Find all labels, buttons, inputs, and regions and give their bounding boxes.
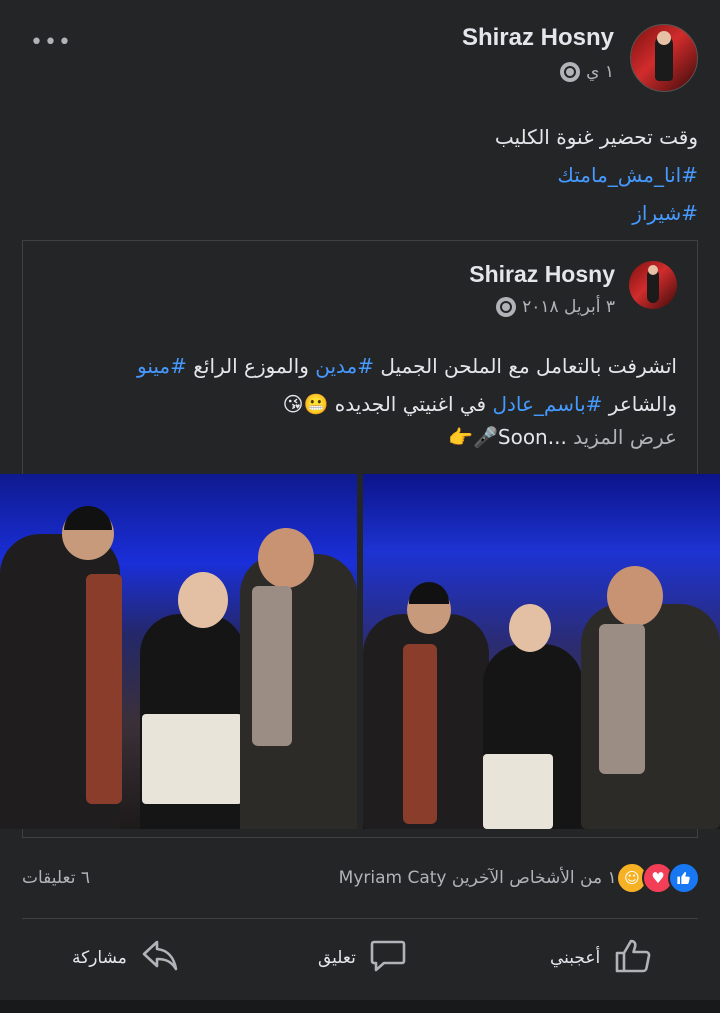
hashtag-link[interactable]: #شيراز: [632, 201, 698, 225]
shared-meta: ٣ أبريل ٢٠١٨: [496, 297, 615, 317]
photo-grid: [0, 474, 720, 829]
share-button[interactable]: مشاركة: [72, 938, 179, 978]
reactions-text[interactable]: Myriam Caty و١٦ من الأشخاص الآخرين: [339, 868, 634, 888]
globe-icon: [496, 297, 517, 317]
shared-author-avatar[interactable]: [629, 261, 677, 309]
post-time[interactable]: ١ ي: [586, 62, 614, 82]
post-card: ••• Shiraz Hosny ١ ي وقت تحضير غنوة الكل…: [0, 0, 720, 1000]
see-more-link[interactable]: عرض المزيد: [573, 425, 677, 449]
shared-text-part: اتشرفت بالتعامل مع الملحن الجميل: [373, 354, 677, 378]
post-meta: ١ ي: [560, 62, 614, 82]
globe-icon: [560, 62, 581, 82]
like-label: أعجبني: [550, 948, 601, 968]
reactions-row: ٦ تعليقات Myriam Caty و١٦ من الأشخاص الآ…: [0, 852, 720, 906]
avatar-face: [648, 265, 658, 275]
post-text: وقت تحضير غنوة الكليب #انا_مش_مامتك #شير…: [18, 118, 698, 232]
reaction-icons[interactable]: ☺ ♥: [616, 862, 700, 894]
comments-count[interactable]: ٦ تعليقات: [22, 868, 90, 888]
hashtag-link[interactable]: #انا_مش_مامتك: [557, 163, 698, 187]
thumbs-up-icon: [614, 938, 652, 979]
shared-text-part: والموزع الرائع: [186, 354, 316, 378]
photo-right[interactable]: [363, 474, 720, 829]
scarf: [599, 624, 645, 774]
shared-date[interactable]: ٣ أبريل ٢٠١٨: [522, 297, 615, 317]
post-header: ••• Shiraz Hosny ١ ي: [0, 18, 720, 98]
hashtag-link[interactable]: #باسم_عادل: [492, 392, 602, 416]
shared-text-part: في اغنيتي الجديده 😬😘: [282, 392, 493, 416]
avatar-face: [657, 31, 671, 45]
comment-label: تعليق: [318, 948, 356, 968]
shared-author-name[interactable]: Shiraz Hosny: [469, 261, 615, 288]
beanie: [409, 582, 449, 604]
beanie: [64, 506, 112, 530]
comment-bubble-icon: [370, 939, 406, 978]
action-bar: مشاركة تعليق أعجبني: [0, 930, 720, 986]
skirt: [483, 754, 553, 829]
share-arrow-icon: [141, 939, 179, 978]
share-label: مشاركة: [72, 948, 127, 968]
hashtag-link[interactable]: #مينو: [137, 354, 187, 378]
more-dots-icon[interactable]: •••: [30, 30, 72, 55]
person-head: [607, 566, 663, 626]
person-head: [509, 604, 551, 652]
shared-text: اتشرفت بالتعامل مع الملحن الجميل #مدين و…: [37, 347, 677, 423]
scarf: [403, 644, 437, 824]
soon-text: 👉🎤Soon...: [448, 425, 567, 449]
bottom-divider: [0, 1000, 720, 1013]
photo-left[interactable]: [0, 474, 357, 829]
comment-button[interactable]: تعليق: [318, 938, 406, 978]
post-text-line: وقت تحضير غنوة الكليب: [494, 125, 698, 149]
author-name[interactable]: Shiraz Hosny: [462, 24, 614, 52]
person-head: [178, 572, 228, 628]
actions-divider: [22, 918, 698, 919]
hashtag-link[interactable]: #مدين: [315, 354, 374, 378]
scarf: [86, 574, 122, 804]
like-reaction-icon: [668, 862, 700, 894]
author-avatar[interactable]: [630, 24, 698, 92]
like-button[interactable]: أعجبني: [550, 938, 652, 978]
shared-text-part: والشاعر: [602, 392, 677, 416]
skirt: [142, 714, 242, 804]
person-head: [258, 528, 314, 588]
scarf: [252, 586, 292, 746]
see-more-row: 👉🎤Soon... عرض المزيد: [37, 425, 677, 449]
